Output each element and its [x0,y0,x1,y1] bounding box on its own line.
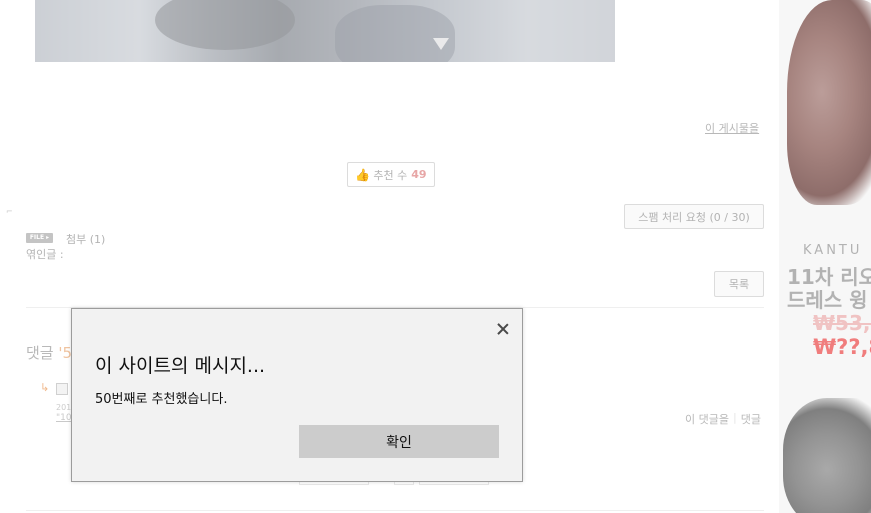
ok-button[interactable]: 확인 [299,425,499,458]
post-share-link[interactable]: 이 게시물을 [705,120,759,136]
photo-shadow [335,5,455,62]
attachments-link[interactable]: 첨부 (1) [66,231,105,247]
comment-actions: 이 댓글을 | 댓글 [685,411,761,427]
photo-detail [433,38,449,50]
ad-brand: KANTU [803,243,863,258]
small-marker-icon: ⌐ [6,207,13,216]
recommend-count: 49 [411,168,427,181]
list-button[interactable]: 목록 [714,271,764,297]
recommend-label: 추천 수 [373,168,408,182]
separator: | [732,411,737,424]
comment-action-this[interactable]: 이 댓글을 [685,411,729,427]
comments-title: 댓글 '5 [26,342,72,363]
comment-date: 201 [56,403,72,412]
comment-link[interactable]: "10 [56,413,72,423]
photo-shadow [155,0,295,50]
dialog-title: 이 사이트의 메시지... [95,355,266,377]
spam-report-button[interactable]: 스팸 처리 요청 (0 / 30) [624,204,764,229]
ad-old-price: ₩53,0 [813,311,871,335]
comments-title-text: 댓글 [26,344,54,362]
shoe-advertisement[interactable]: KANTU 11차 리오 드레스 윙 ₩53,0 ₩??,8 [779,0,871,513]
ad-headline-2: 드레스 윙 [787,288,868,312]
shoe-image [783,398,871,513]
divider [26,510,764,511]
comment-avatar-icon [56,383,68,395]
shoe-image [787,0,871,205]
backlinks-label: 엮인글 : [26,248,64,261]
recommend-button[interactable]: 👍 추천 수 49 [347,162,435,187]
post-photo [35,0,615,62]
reply-arrow-icon: ↳ [40,381,50,394]
comments-title-accent: '5 [58,344,73,362]
ad-new-price: ₩??,8 [813,335,871,359]
file-badge: FILE ▸ [26,233,53,243]
dialog-message: 50번째로 추천했습니다. [95,392,228,407]
thumbs-up-icon: 👍 [355,167,371,182]
comment-action-reply[interactable]: 댓글 [741,411,761,427]
alert-dialog: 이 사이트의 메시지... 50번째로 추천했습니다. 확인 [71,308,523,482]
close-icon[interactable] [495,321,511,337]
